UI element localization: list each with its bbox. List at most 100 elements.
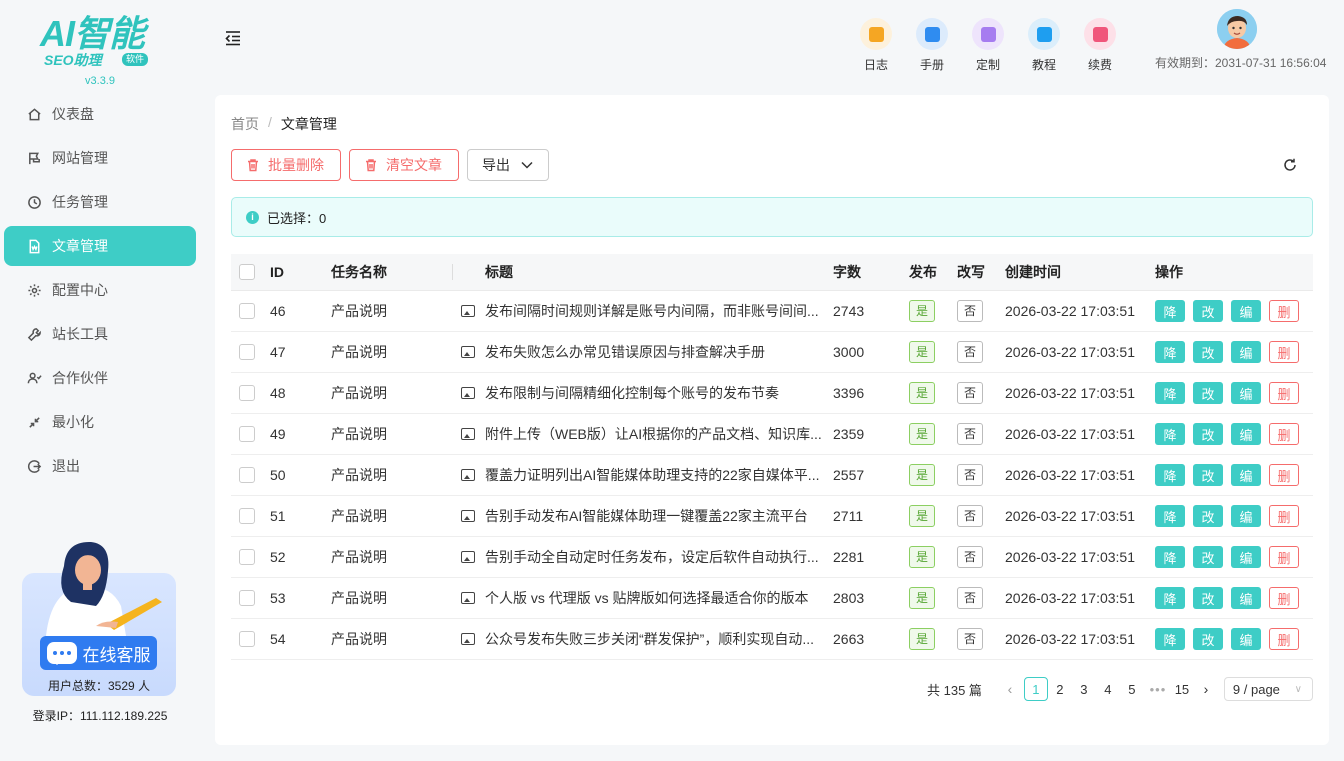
edit-button[interactable]: 编 [1231, 423, 1261, 445]
page-size-select[interactable]: 9 / page ∨ [1223, 677, 1313, 701]
nav-tutorial[interactable]: 教程 [1016, 18, 1072, 73]
published-tag: 是 [909, 423, 936, 445]
rewrite-button[interactable]: 改 [1193, 546, 1223, 568]
sidebar-item-7[interactable]: 最小化 [4, 402, 196, 442]
rewrite-button[interactable]: 改 [1193, 423, 1223, 445]
demote-button[interactable]: 降 [1155, 341, 1185, 363]
sidebar-item-3[interactable]: 文章管理 [4, 226, 196, 266]
demote-button[interactable]: 降 [1155, 628, 1185, 650]
demote-button[interactable]: 降 [1155, 382, 1185, 404]
published-tag: 是 [909, 505, 936, 527]
delete-button[interactable]: 删 [1269, 587, 1299, 609]
online-service-button[interactable]: 在线客服 [40, 636, 157, 670]
delete-button[interactable]: 删 [1269, 341, 1299, 363]
edit-button[interactable]: 编 [1231, 300, 1261, 322]
row-checkbox[interactable] [239, 344, 255, 360]
clear-articles-button[interactable]: 清空文章 [349, 149, 459, 181]
row-title[interactable]: 告别手动全自动定时任务发布，设定后软件自动执行... [485, 547, 819, 567]
delete-button[interactable]: 删 [1269, 546, 1299, 568]
demote-button[interactable]: 降 [1155, 423, 1185, 445]
edit-button[interactable]: 编 [1231, 341, 1261, 363]
demote-button[interactable]: 降 [1155, 587, 1185, 609]
rewrite-button[interactable]: 改 [1193, 382, 1223, 404]
sidebar-item-4[interactable]: 配置中心 [4, 270, 196, 310]
edit-button[interactable]: 编 [1231, 505, 1261, 527]
page-5[interactable]: 5 [1120, 677, 1144, 701]
user-avatar[interactable] [1217, 9, 1257, 49]
edit-button[interactable]: 编 [1231, 628, 1261, 650]
batch-delete-button[interactable]: 批量删除 [231, 149, 341, 181]
edit-button[interactable]: 编 [1231, 464, 1261, 486]
rewrite-button[interactable]: 改 [1193, 300, 1223, 322]
row-title[interactable]: 发布限制与间隔精细化控制每个账号的发布节奏 [485, 383, 779, 403]
sidebar-item-2[interactable]: 任务管理 [4, 182, 196, 222]
row-checkbox[interactable] [239, 426, 255, 442]
edit-button[interactable]: 编 [1231, 587, 1261, 609]
sidebar-item-0[interactable]: 仪表盘 [4, 94, 196, 134]
pagination-ellipsis[interactable]: ••• [1146, 677, 1170, 701]
row-title[interactable]: 发布失败怎么办常见错误原因与排查解决手册 [485, 342, 765, 362]
row-title[interactable]: 附件上传（WEB版）让AI根据你的产品文档、知识库... [485, 424, 822, 444]
nav-renew[interactable]: 续费 [1072, 18, 1128, 73]
page-3[interactable]: 3 [1072, 677, 1096, 701]
page-2[interactable]: 2 [1048, 677, 1072, 701]
custom-icon [972, 18, 1004, 50]
delete-button[interactable]: 删 [1269, 464, 1299, 486]
breadcrumb-home[interactable]: 首页 [231, 114, 259, 134]
rewrite-button[interactable]: 改 [1193, 628, 1223, 650]
delete-button[interactable]: 删 [1269, 423, 1299, 445]
row-title[interactable]: 公众号发布失败三步关闭“群发保护”，顺利实现自动... [485, 629, 814, 649]
delete-button[interactable]: 删 [1269, 382, 1299, 404]
demote-button[interactable]: 降 [1155, 546, 1185, 568]
page-last[interactable]: 15 [1170, 677, 1194, 701]
delete-button[interactable]: 删 [1269, 628, 1299, 650]
row-id: 47 [270, 344, 286, 360]
demote-button[interactable]: 降 [1155, 464, 1185, 486]
row-title[interactable]: 告别手动发布AI智能媒体助理一键覆盖22家主流平台 [485, 506, 808, 526]
row-title[interactable]: 发布间隔时间规则详解是账号内间隔，而非账号间间... [485, 301, 819, 321]
chevron-down-icon [521, 161, 533, 169]
demote-button[interactable]: 降 [1155, 300, 1185, 322]
row-checkbox[interactable] [239, 590, 255, 606]
select-all-checkbox[interactable] [239, 264, 255, 280]
refresh-icon[interactable] [1282, 157, 1298, 173]
nav-manual[interactable]: 手册 [904, 18, 960, 73]
row-created: 2026-03-22 17:03:51 [1005, 467, 1135, 483]
row-actions: 降改编删 [1155, 382, 1313, 404]
demote-button[interactable]: 降 [1155, 505, 1185, 527]
row-checkbox[interactable] [239, 631, 255, 647]
sidebar-item-1[interactable]: 网站管理 [4, 138, 196, 178]
image-icon [461, 387, 475, 399]
collapse-menu-icon[interactable] [224, 29, 242, 47]
page-1[interactable]: 1 [1023, 677, 1048, 701]
row-checkbox[interactable] [239, 549, 255, 565]
row-checkbox[interactable] [239, 303, 255, 319]
sidebar-item-6[interactable]: 合作伙伴 [4, 358, 196, 398]
row-title[interactable]: 个人版 vs 代理版 vs 贴牌版如何选择最适合你的版本 [485, 588, 809, 608]
rewrite-button[interactable]: 改 [1193, 341, 1223, 363]
row-checkbox[interactable] [239, 508, 255, 524]
rewrite-button[interactable]: 改 [1193, 587, 1223, 609]
rewrite-button[interactable]: 改 [1193, 505, 1223, 527]
row-title[interactable]: 覆盖力证明列出AI智能媒体助理支持的22家自媒体平... [485, 465, 819, 485]
sidebar-item-8[interactable]: 退出 [4, 446, 196, 486]
page-4[interactable]: 4 [1096, 677, 1120, 701]
rewrite-button[interactable]: 改 [1193, 464, 1223, 486]
nav-custom[interactable]: 定制 [960, 18, 1016, 73]
sidebar-item-5[interactable]: 站长工具 [4, 314, 196, 354]
nav-log[interactable]: 日志 [848, 18, 904, 73]
prev-page-icon[interactable]: ‹ [998, 677, 1022, 701]
col-created: 创建时间 [1005, 264, 1061, 280]
export-dropdown[interactable]: 导出 [467, 149, 549, 181]
row-title-cell: 告别手动发布AI智能媒体助理一键覆盖22家主流平台 [453, 496, 829, 536]
row-words: 2359 [833, 426, 865, 442]
delete-button[interactable]: 删 [1269, 300, 1299, 322]
delete-button[interactable]: 删 [1269, 505, 1299, 527]
edit-button[interactable]: 编 [1231, 382, 1261, 404]
row-checkbox[interactable] [239, 467, 255, 483]
row-checkbox[interactable] [239, 385, 255, 401]
rewritten-tag: 否 [957, 628, 984, 650]
next-page-icon[interactable]: › [1194, 677, 1218, 701]
edit-button[interactable]: 编 [1231, 546, 1261, 568]
row-task-label: 产品说明 [331, 344, 387, 360]
